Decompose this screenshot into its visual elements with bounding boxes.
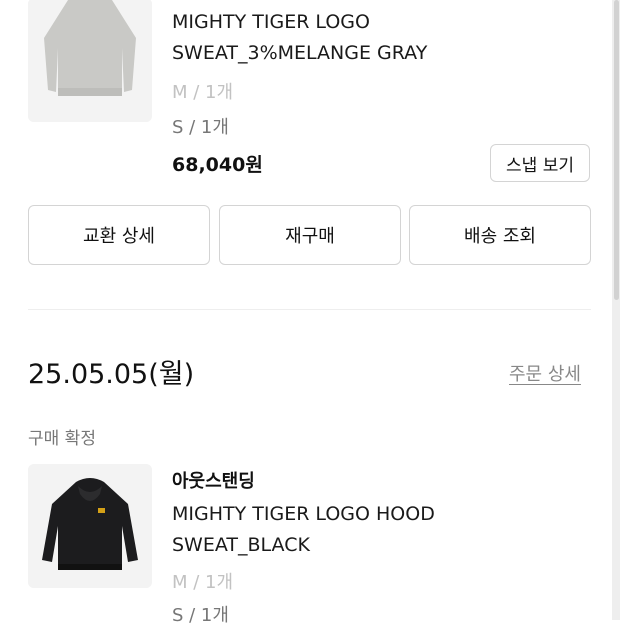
exchange-detail-button[interactable]: 교환 상세 [28,205,210,265]
scrollbar-thumb[interactable] [614,0,619,300]
gray-sweatshirt-image [28,0,152,122]
product-name-line1: MIGHTY TIGER LOGO HOOD [172,503,435,525]
order-detail-link[interactable]: 주문 상세 [509,360,581,386]
snap-view-button[interactable]: 스냅 보기 [490,144,590,182]
track-delivery-button[interactable]: 배송 조회 [409,205,591,265]
order-status: 구매 확정 [28,429,96,449]
order-date: 25.05.05(월) [28,359,195,390]
product-thumbnail-gray-sweat[interactable] [28,0,152,122]
product-thumbnail-black-hoodie[interactable] [28,464,152,588]
product-name-line1: MIGHTY TIGER LOGO [172,11,370,33]
option-size-s: S / 1개 [172,605,229,626]
option-size-m: M / 1개 [172,82,234,103]
section-divider [28,309,591,310]
brand-name[interactable]: 아웃스탠딩 [172,467,255,493]
repurchase-button[interactable]: 재구매 [219,205,401,265]
product-name-line2: SWEAT_BLACK [172,534,310,556]
scrollbar[interactable] [612,0,620,620]
option-size-s: S / 1개 [172,117,229,138]
product-price: 68,040원 [172,154,263,176]
product-name-line2: SWEAT_3%MELANGE GRAY [172,42,428,64]
option-size-m: M / 1개 [172,572,234,593]
black-hoodie-image [28,464,152,588]
